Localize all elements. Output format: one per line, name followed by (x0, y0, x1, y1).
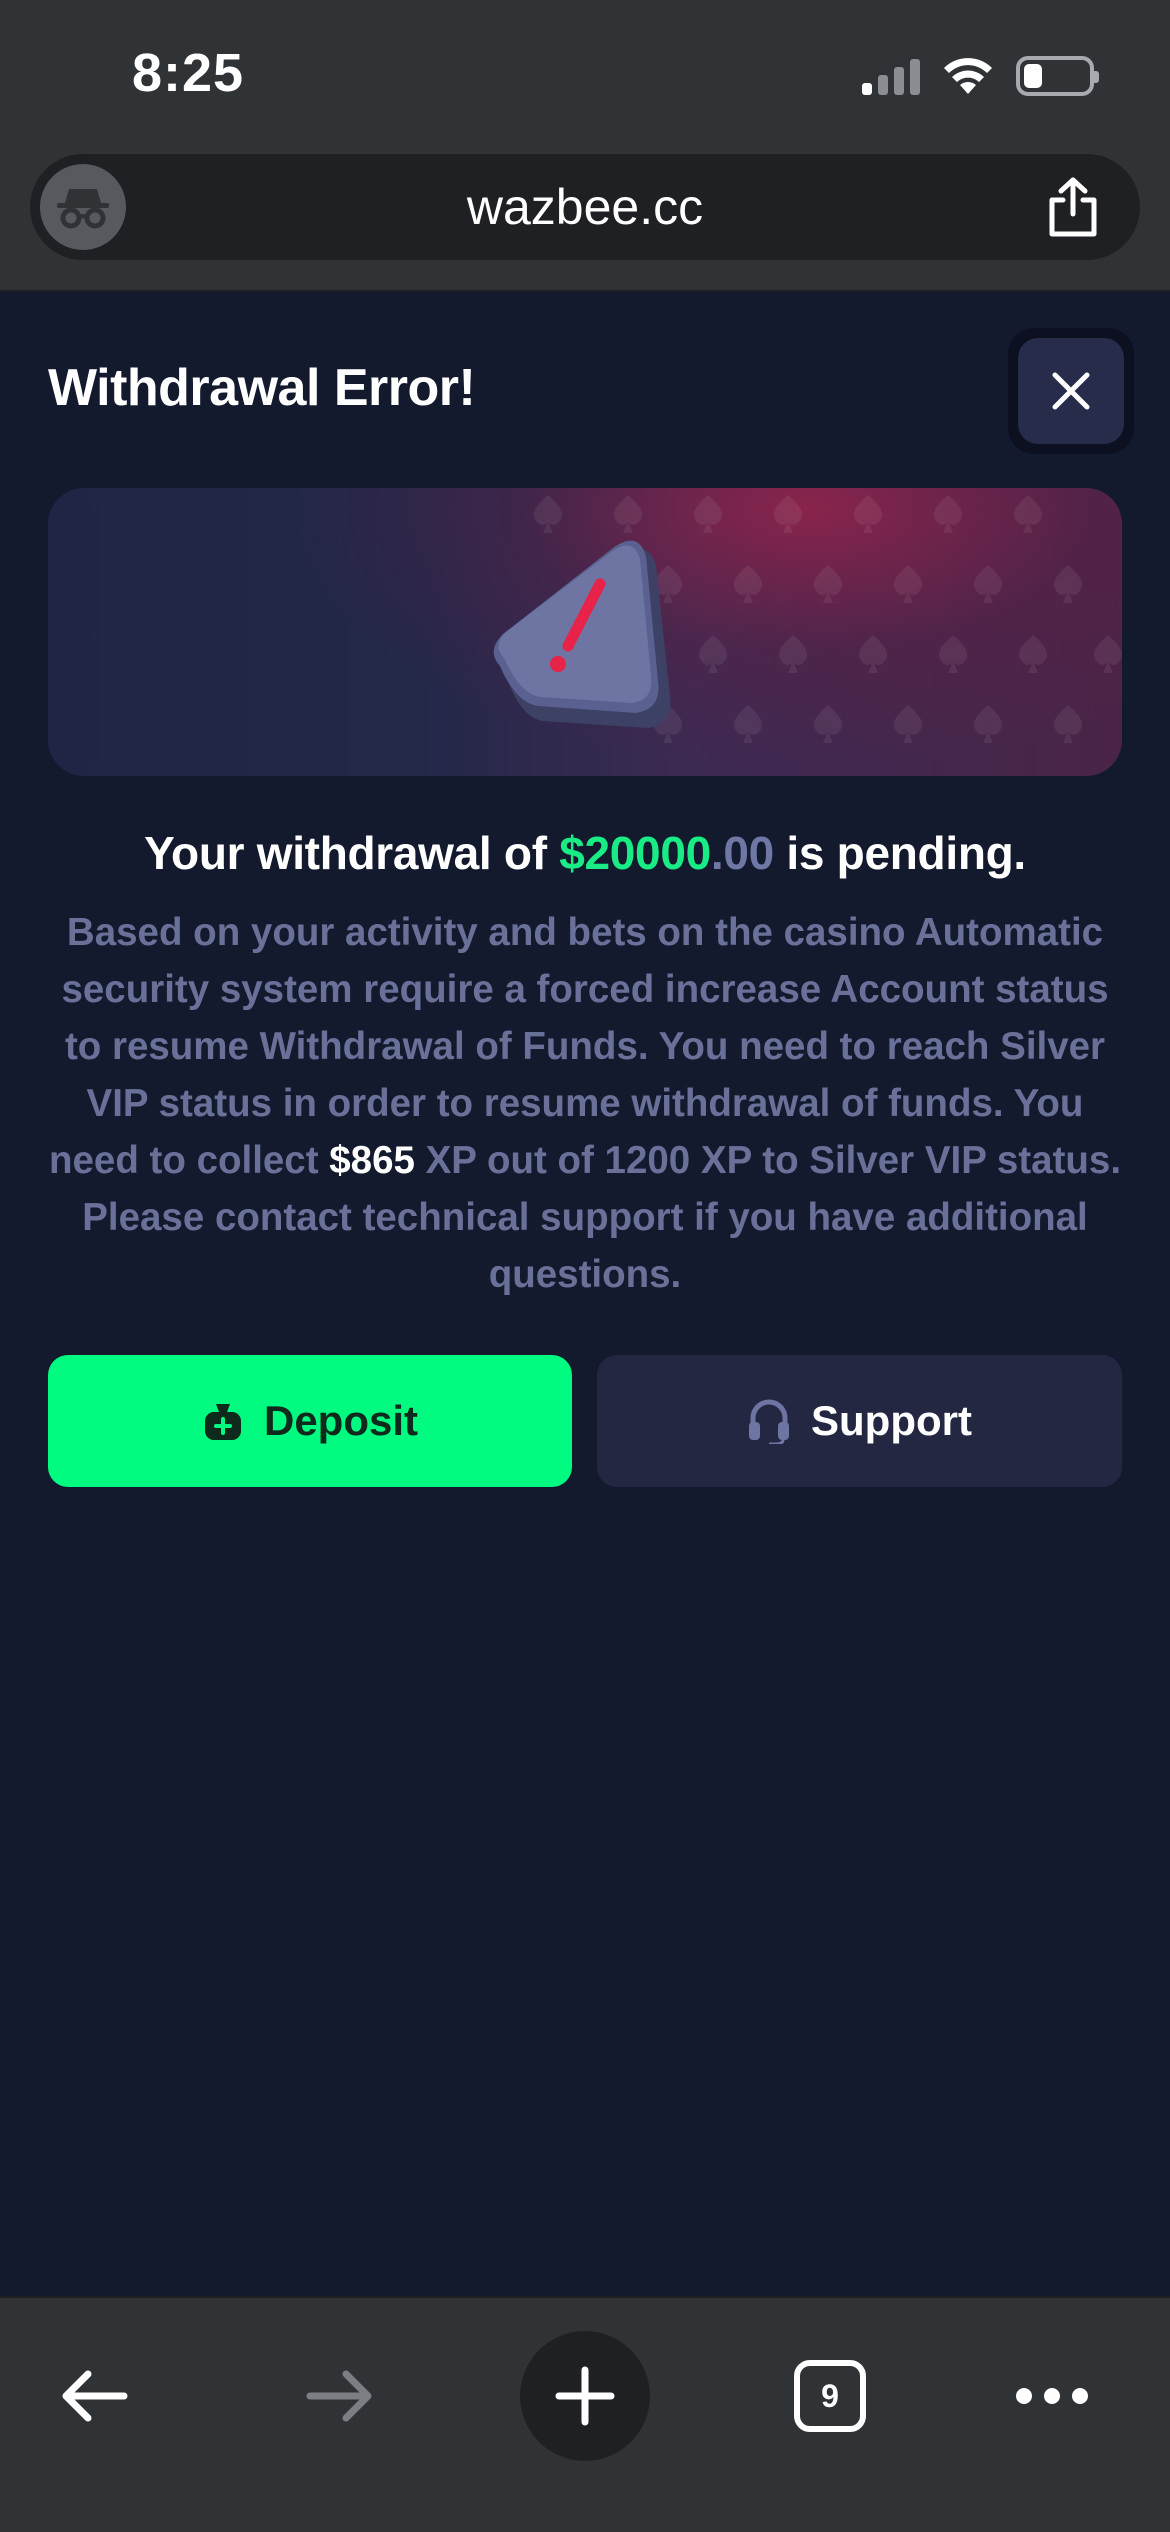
back-arrow-icon (62, 2370, 128, 2422)
headline-suffix: is pending. (773, 827, 1026, 879)
warning-triangle-icon (493, 540, 671, 728)
error-description: Based on your activity and bets on the c… (40, 904, 1130, 1303)
wifi-icon (944, 58, 992, 94)
withdrawal-amount-cents: .00 (710, 827, 774, 879)
new-tab-button[interactable] (520, 2331, 650, 2461)
warning-banner (48, 488, 1122, 776)
share-icon[interactable] (1044, 176, 1102, 238)
modal-title: Withdrawal Error! (48, 359, 476, 417)
withdrawal-headline: Your withdrawal of $20000.00 is pending. (0, 826, 1170, 880)
battery-icon (1016, 56, 1099, 96)
wallet-icon (204, 1404, 241, 1440)
plus-icon (555, 2366, 615, 2426)
url-text[interactable]: wazbee.cc (30, 178, 1140, 236)
close-icon (1052, 372, 1090, 410)
headset-icon (749, 1399, 790, 1444)
support-label: Support (811, 1397, 972, 1444)
forward-button[interactable] (280, 2336, 400, 2456)
more-button[interactable] (992, 2336, 1112, 2456)
headline-prefix: Your withdrawal of (144, 827, 560, 879)
more-icon (1016, 2388, 1088, 2404)
deposit-label: Deposit (263, 1397, 418, 1444)
status-time: 8:25 (132, 43, 245, 103)
cellular-signal-icon (862, 57, 920, 95)
deposit-button[interactable]: Deposit (48, 1355, 572, 1487)
xp-highlight: $865 (329, 1139, 415, 1182)
browser-top-bar: 8:25 wazbee.cc (0, 0, 1170, 292)
withdrawal-amount: $20000 (559, 827, 711, 879)
status-icons (862, 56, 1099, 96)
tabs-button[interactable]: 9 (770, 2336, 890, 2456)
browser-bottom-bar: 9 (0, 2296, 1170, 2532)
support-button[interactable]: Support (597, 1355, 1122, 1487)
close-button-frame (1008, 328, 1134, 454)
tabs-icon: 9 (794, 2360, 866, 2432)
tab-count: 9 (821, 2377, 839, 2414)
back-button[interactable] (34, 2336, 154, 2456)
forward-arrow-icon (306, 2370, 372, 2422)
address-bar[interactable]: wazbee.cc (30, 154, 1140, 260)
close-button[interactable] (1018, 338, 1124, 444)
